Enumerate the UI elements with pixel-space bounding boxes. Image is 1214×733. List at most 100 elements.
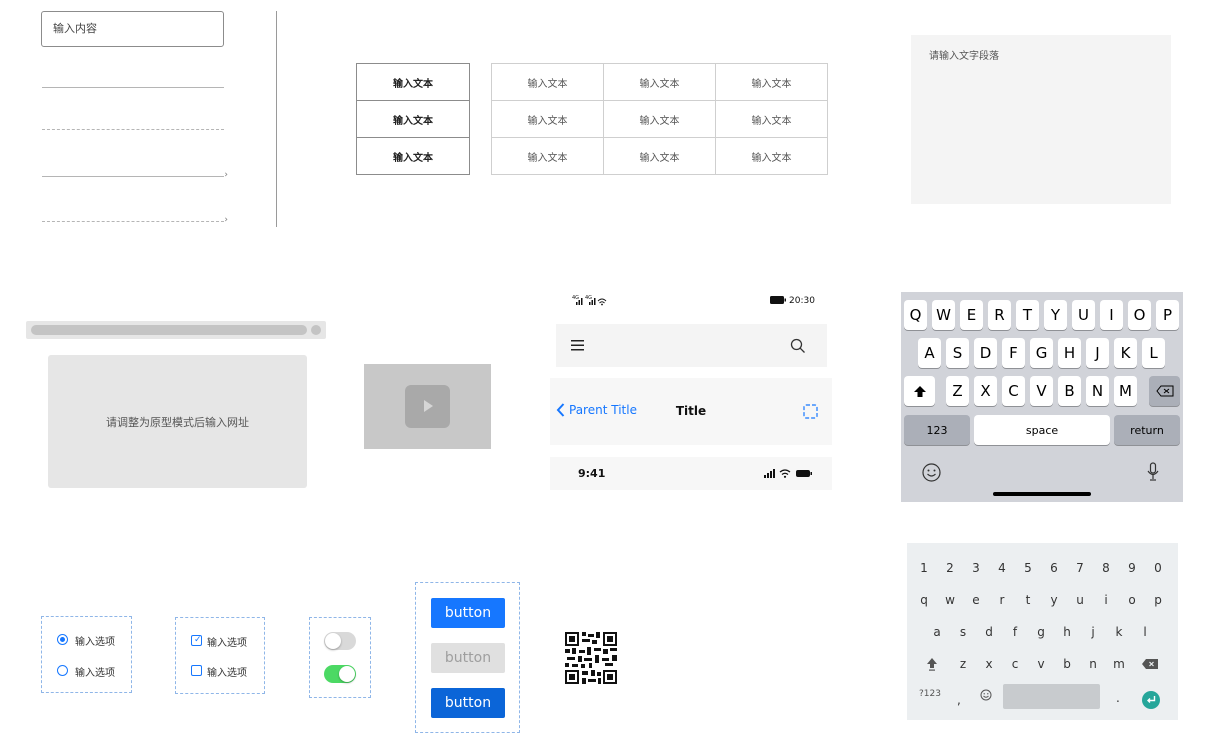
key-n[interactable]: n: [1083, 657, 1103, 671]
key-0[interactable]: 0: [1148, 561, 1168, 575]
key-r[interactable]: r: [992, 593, 1012, 607]
key-v[interactable]: V: [1030, 376, 1053, 406]
key-t[interactable]: t: [1018, 593, 1038, 607]
key-1[interactable]: 1: [914, 561, 934, 575]
key-v[interactable]: v: [1031, 657, 1051, 671]
radio-button[interactable]: [57, 634, 68, 645]
emoji-icon[interactable]: [980, 689, 992, 701]
key-3[interactable]: 3: [966, 561, 986, 575]
key-e[interactable]: E: [960, 300, 983, 330]
numbers-key[interactable]: 123: [904, 415, 970, 445]
scrollbar-thumb[interactable]: [31, 325, 307, 335]
key-j[interactable]: j: [1083, 625, 1103, 639]
key-t[interactable]: T: [1016, 300, 1039, 330]
key-z[interactable]: z: [953, 657, 973, 671]
comma-key[interactable]: ,: [957, 693, 961, 707]
period-key[interactable]: .: [1116, 691, 1120, 705]
toggle-switch[interactable]: [324, 665, 356, 683]
primary-button[interactable]: button: [431, 598, 505, 628]
key-s[interactable]: s: [953, 625, 973, 639]
video-player[interactable]: [364, 364, 491, 449]
key-k[interactable]: K: [1114, 338, 1137, 368]
key-e[interactable]: e: [966, 593, 986, 607]
key-p[interactable]: p: [1148, 593, 1168, 607]
key-s[interactable]: S: [946, 338, 969, 368]
textarea[interactable]: 请输入文字段落: [911, 35, 1171, 204]
space-key[interactable]: [1003, 684, 1100, 709]
symbols-key[interactable]: ?123: [919, 689, 941, 699]
text-input[interactable]: 输入内容: [41, 11, 224, 47]
key-f[interactable]: F: [1002, 338, 1025, 368]
disabled-button[interactable]: button: [431, 643, 505, 673]
key-j[interactable]: J: [1086, 338, 1109, 368]
qr-code: [565, 632, 617, 684]
key-y[interactable]: Y: [1044, 300, 1067, 330]
simple-table: 输入文本 输入文本 输入文本: [356, 63, 470, 175]
key-7[interactable]: 7: [1070, 561, 1090, 575]
backspace-icon[interactable]: [1142, 659, 1158, 669]
key-i[interactable]: I: [1100, 300, 1123, 330]
key-h[interactable]: H: [1058, 338, 1081, 368]
horizontal-scrollbar[interactable]: [26, 321, 326, 339]
key-m[interactable]: M: [1114, 376, 1137, 406]
key-9[interactable]: 9: [1122, 561, 1142, 575]
enter-icon[interactable]: [1142, 691, 1160, 709]
key-o[interactable]: o: [1122, 593, 1142, 607]
key-x[interactable]: x: [979, 657, 999, 671]
return-key[interactable]: return: [1114, 415, 1180, 445]
pressed-button[interactable]: button: [431, 688, 505, 718]
key-u[interactable]: u: [1070, 593, 1090, 607]
key-a[interactable]: a: [927, 625, 947, 639]
key-i[interactable]: i: [1096, 593, 1116, 607]
radio-button[interactable]: [57, 665, 68, 676]
key-c[interactable]: c: [1005, 657, 1025, 671]
key-n[interactable]: N: [1086, 376, 1109, 406]
key-6[interactable]: 6: [1044, 561, 1064, 575]
key-w[interactable]: w: [940, 593, 960, 607]
key-b[interactable]: b: [1057, 657, 1077, 671]
key-5[interactable]: 5: [1018, 561, 1038, 575]
shift-key[interactable]: [904, 376, 935, 406]
key-a[interactable]: A: [918, 338, 941, 368]
table-cell: 输入文本: [356, 100, 470, 138]
key-c[interactable]: C: [1002, 376, 1025, 406]
key-q[interactable]: Q: [904, 300, 927, 330]
search-icon[interactable]: [790, 338, 806, 354]
play-button[interactable]: [405, 385, 450, 428]
microphone-icon[interactable]: [1147, 462, 1159, 482]
key-p[interactable]: P: [1156, 300, 1179, 330]
delete-key[interactable]: [1149, 376, 1180, 406]
table-row: 输入文本 输入文本 输入文本: [491, 100, 828, 138]
key-g[interactable]: G: [1030, 338, 1053, 368]
key-l[interactable]: l: [1135, 625, 1155, 639]
key-r[interactable]: R: [988, 300, 1011, 330]
key-m[interactable]: m: [1109, 657, 1129, 671]
space-key[interactable]: space: [974, 415, 1110, 445]
select-frame-icon[interactable]: [803, 404, 818, 419]
menu-icon[interactable]: [571, 340, 584, 351]
key-z[interactable]: Z: [946, 376, 969, 406]
key-8[interactable]: 8: [1096, 561, 1116, 575]
table-cell: 输入文本: [603, 63, 716, 101]
key-d[interactable]: d: [979, 625, 999, 639]
shift-icon[interactable]: [926, 657, 938, 671]
key-2[interactable]: 2: [940, 561, 960, 575]
key-l[interactable]: L: [1142, 338, 1165, 368]
key-b[interactable]: B: [1058, 376, 1081, 406]
checkbox[interactable]: ✓: [191, 635, 202, 646]
key-d[interactable]: D: [974, 338, 997, 368]
key-h[interactable]: h: [1057, 625, 1077, 639]
key-4[interactable]: 4: [992, 561, 1012, 575]
checkbox[interactable]: [191, 665, 202, 676]
key-q[interactable]: q: [914, 593, 934, 607]
key-u[interactable]: U: [1072, 300, 1095, 330]
key-y[interactable]: y: [1044, 593, 1064, 607]
key-o[interactable]: O: [1128, 300, 1151, 330]
key-f[interactable]: f: [1005, 625, 1025, 639]
emoji-icon[interactable]: [922, 463, 941, 482]
key-x[interactable]: X: [974, 376, 997, 406]
toggle-switch[interactable]: [324, 632, 356, 650]
key-g[interactable]: g: [1031, 625, 1051, 639]
key-w[interactable]: W: [932, 300, 955, 330]
key-k[interactable]: k: [1109, 625, 1129, 639]
